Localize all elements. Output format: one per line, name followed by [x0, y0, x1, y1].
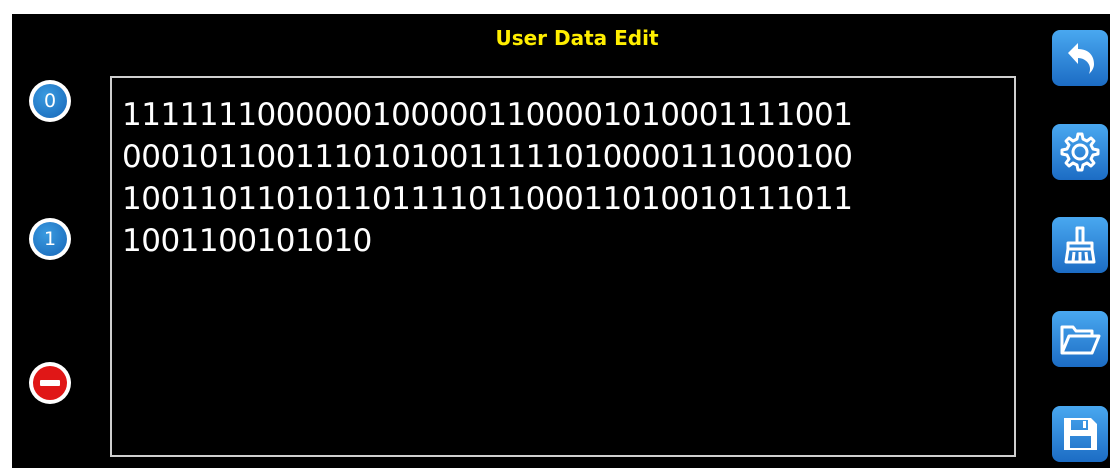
data-line: 00010110011101010011111010000111000100	[122, 139, 853, 175]
floppy-disk-icon	[1064, 418, 1097, 450]
delete-button[interactable]	[29, 362, 71, 404]
page-title: User Data Edit	[495, 26, 659, 50]
minus-icon	[33, 366, 67, 400]
data-line: 11111110000001000001100001010001111001	[122, 97, 853, 133]
zero-label: 0	[33, 84, 67, 118]
save-button[interactable]	[1052, 406, 1108, 462]
data-editor[interactable]: 11111110000001000001100001010001111001 0…	[110, 76, 1016, 457]
clear-button[interactable]	[1052, 217, 1108, 273]
open-button[interactable]	[1052, 311, 1108, 367]
one-button[interactable]: 1	[29, 218, 71, 260]
data-line: 10011011010110111101100011010010111011	[122, 181, 853, 217]
settings-button[interactable]	[1052, 124, 1108, 180]
back-icon	[1068, 43, 1094, 74]
screen: User Data Edit 0 1 111111100000010000011…	[12, 14, 1110, 468]
broom-icon	[1064, 226, 1096, 264]
one-label: 1	[33, 222, 67, 256]
back-button[interactable]	[1052, 30, 1108, 86]
data-line: 1001100101010	[122, 223, 372, 259]
folder-open-icon	[1060, 325, 1101, 355]
gear-icon	[1060, 132, 1100, 172]
zero-button[interactable]: 0	[29, 80, 71, 122]
